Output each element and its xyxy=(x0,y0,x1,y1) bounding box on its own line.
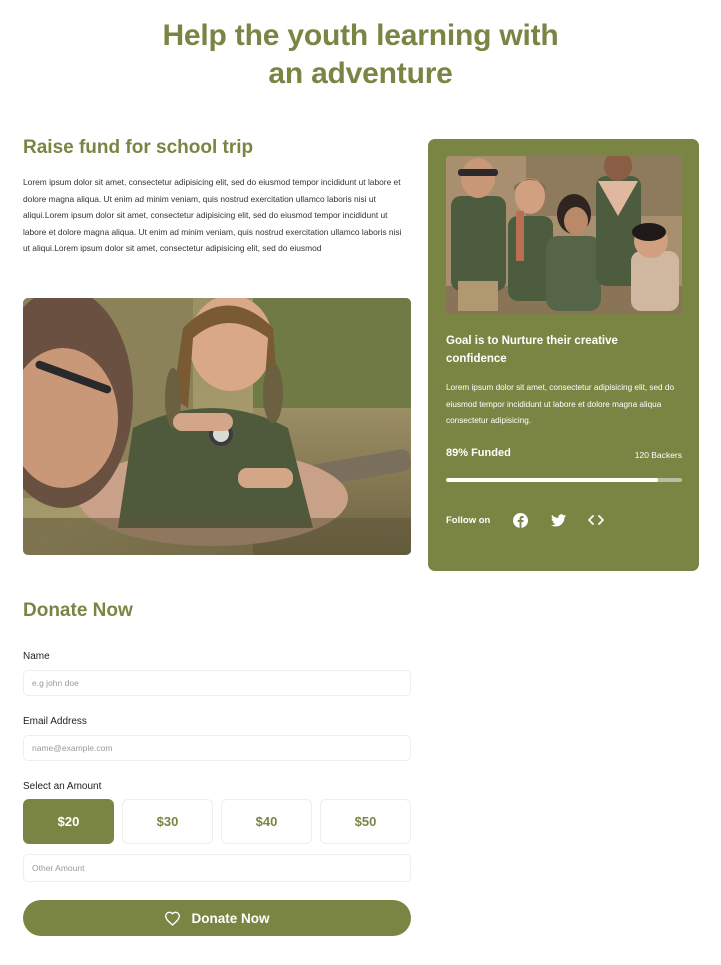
backers-count: 120 Backers xyxy=(634,450,682,460)
amount-20-button[interactable]: $20 xyxy=(23,799,114,844)
amount-label: Select an Amount xyxy=(23,781,102,792)
name-label: Name xyxy=(23,651,50,662)
card-photo xyxy=(446,156,682,314)
amount-40-button[interactable]: $40 xyxy=(221,799,312,844)
email-field[interactable] xyxy=(23,735,411,761)
other-amount-field[interactable] xyxy=(23,854,411,882)
facebook-icon[interactable] xyxy=(511,511,529,529)
amount-50-button[interactable]: $50 xyxy=(320,799,411,844)
page-title-line-2: an adventure xyxy=(268,57,453,90)
fundraiser-title: Raise fund for school trip xyxy=(23,137,254,158)
donate-now-button[interactable]: Donate Now xyxy=(23,900,411,936)
code-icon[interactable] xyxy=(587,511,605,529)
donate-now-label: Donate Now xyxy=(191,910,270,926)
card-title: Goal is to Nurture their creative confid… xyxy=(446,335,618,365)
page-title: Help the youth learning with an adventur… xyxy=(0,17,721,93)
campaign-card: Goal is to Nurture their creative confid… xyxy=(428,139,699,571)
amount-30-button[interactable]: $30 xyxy=(122,799,213,844)
funding-progress-bar xyxy=(446,478,682,482)
donate-section-title: Donate Now xyxy=(23,600,133,621)
card-description: Lorem ipsum dolor sit amet, consectetur … xyxy=(446,383,674,425)
name-field[interactable] xyxy=(23,670,411,696)
funding-progress-fill xyxy=(446,478,659,482)
email-label: Email Address xyxy=(23,716,87,727)
twitter-icon[interactable] xyxy=(549,511,567,529)
fundraiser-description: Lorem ipsum dolor sit amet, consectetur … xyxy=(23,177,402,253)
main-photo xyxy=(23,298,411,555)
funded-label: 89% Funded xyxy=(446,447,511,459)
follow-label: Follow on xyxy=(446,515,491,526)
page-title-line-1: Help the youth learning with xyxy=(162,19,559,52)
heart-icon xyxy=(164,911,181,926)
